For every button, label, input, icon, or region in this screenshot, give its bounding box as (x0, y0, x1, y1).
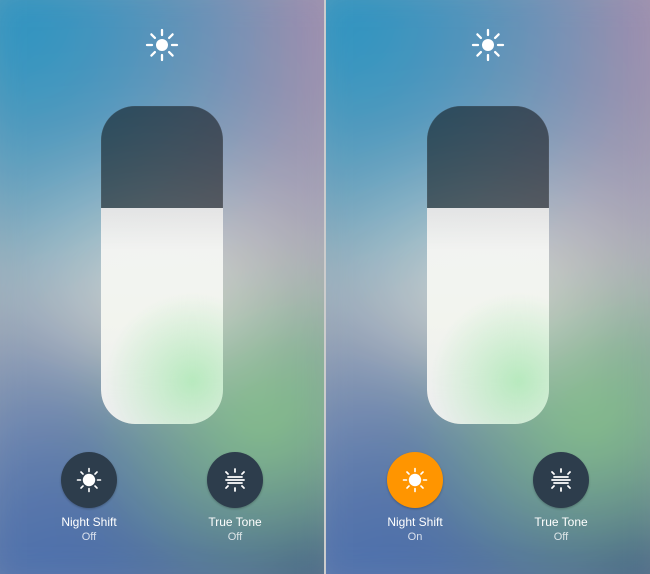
brightness-slider[interactable] (101, 106, 223, 424)
true-tone-state: Off (554, 531, 568, 543)
brightness-icon (145, 28, 179, 62)
night-shift-button[interactable] (387, 452, 443, 508)
brightness-panel-right: Night Shift On (326, 0, 650, 574)
true-tone-label: True Tone (208, 516, 261, 529)
brightness-slider-fill (427, 208, 549, 424)
night-shift-label: Night Shift (61, 516, 116, 529)
night-shift-label: Night Shift (387, 516, 442, 529)
brightness-icon (471, 28, 505, 62)
night-shift-state: On (408, 531, 423, 543)
brightness-panel-left: Night Shift Off (0, 0, 324, 574)
true-tone-label: True Tone (534, 516, 587, 529)
true-tone-button[interactable] (207, 452, 263, 508)
true-tone-button[interactable] (533, 452, 589, 508)
night-shift-button[interactable] (61, 452, 117, 508)
night-shift-state: Off (82, 531, 96, 543)
brightness-slider[interactable] (427, 106, 549, 424)
true-tone-state: Off (228, 531, 242, 543)
brightness-slider-fill (101, 208, 223, 424)
